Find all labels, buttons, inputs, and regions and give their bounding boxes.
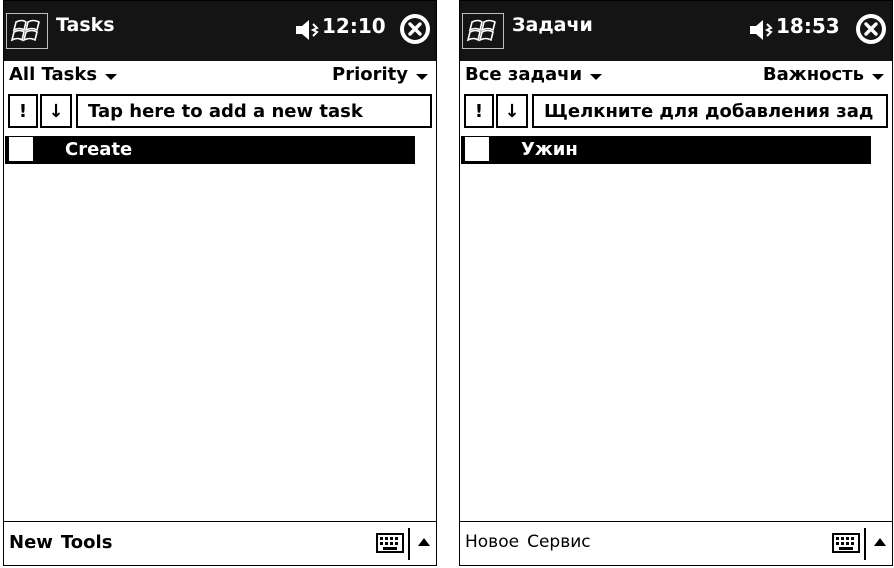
app-title: Задачи: [512, 14, 593, 36]
category-filter-dropdown[interactable]: Все задачи: [465, 64, 603, 85]
task-row[interactable]: Ужин: [461, 136, 871, 164]
category-filter-label: All Tasks: [9, 64, 98, 85]
start-button[interactable]: [462, 13, 504, 49]
clock[interactable]: 12:10: [322, 14, 386, 38]
task-entry-bar: ! ↓ Щелкните для добавления зад: [460, 94, 892, 130]
sort-direction-button[interactable]: ↓: [496, 94, 528, 128]
new-task-input[interactable]: Tap here to add a new task: [76, 94, 432, 128]
start-button[interactable]: [6, 13, 48, 49]
tools-menu-button[interactable]: Сервис: [527, 532, 591, 552]
filter-bar: Все задачи Важность: [460, 61, 892, 89]
new-menu-button[interactable]: Новое: [465, 532, 519, 552]
task-name: Ужин: [521, 139, 578, 160]
sip-divider: [408, 528, 410, 560]
chevron-down-icon: [590, 73, 603, 80]
close-button[interactable]: [400, 14, 430, 44]
windows-start-icon: [10, 19, 40, 42]
task-checkbox[interactable]: [8, 136, 34, 162]
keyboard-icon[interactable]: [832, 533, 860, 553]
sort-dropdown[interactable]: Priority: [332, 64, 428, 85]
category-filter-dropdown[interactable]: All Tasks: [9, 64, 118, 85]
new-task-input[interactable]: Щелкните для добавления зад: [532, 94, 888, 128]
sip-divider: [864, 528, 866, 560]
bottom-menu-bar: New Tools: [4, 521, 436, 565]
tools-menu-button[interactable]: Tools: [61, 532, 113, 553]
softkey-group: New Tools: [9, 532, 120, 553]
softkey-group: Новое Сервис: [465, 532, 599, 552]
task-name: Create: [65, 139, 133, 160]
close-icon: [401, 15, 429, 43]
keyboard-icon[interactable]: [376, 533, 404, 553]
sort-dropdown[interactable]: Важность: [763, 64, 884, 85]
clock[interactable]: 18:53: [776, 14, 840, 38]
task-checkbox[interactable]: [464, 136, 490, 162]
sort-label: Важность: [762, 64, 864, 85]
screen-russian: Задачи 18:53 Все задачи Важность ! ↓ Щел…: [459, 0, 893, 566]
chevron-down-icon: [416, 73, 428, 80]
sort-direction-button[interactable]: ↓: [40, 94, 72, 128]
app-title: Tasks: [56, 14, 115, 36]
speaker-icon[interactable]: [748, 18, 774, 42]
screen-english: Tasks 12:10 All Tasks Priority ! ↓ Tap h…: [3, 0, 437, 566]
sort-label: Priority: [332, 64, 408, 85]
priority-button[interactable]: !: [464, 94, 494, 128]
close-button[interactable]: [856, 14, 886, 44]
title-bar: Задачи 18:53: [460, 1, 892, 61]
bottom-menu-bar: Новое Сервис: [460, 521, 892, 565]
priority-button[interactable]: !: [8, 94, 38, 128]
title-bar: Tasks 12:10: [4, 1, 436, 61]
close-icon: [857, 15, 885, 43]
new-menu-button[interactable]: New: [9, 532, 53, 553]
windows-start-icon: [466, 19, 496, 42]
speaker-icon[interactable]: [294, 18, 320, 42]
chevron-down-icon: [872, 73, 884, 80]
chevron-up-icon[interactable]: [418, 538, 430, 546]
task-entry-bar: ! ↓ Tap here to add a new task: [4, 94, 436, 130]
chevron-up-icon[interactable]: [874, 538, 886, 546]
filter-bar: All Tasks Priority: [4, 61, 436, 89]
task-row[interactable]: Create: [5, 136, 415, 164]
chevron-down-icon: [105, 73, 118, 80]
category-filter-label: Все задачи: [465, 64, 583, 85]
